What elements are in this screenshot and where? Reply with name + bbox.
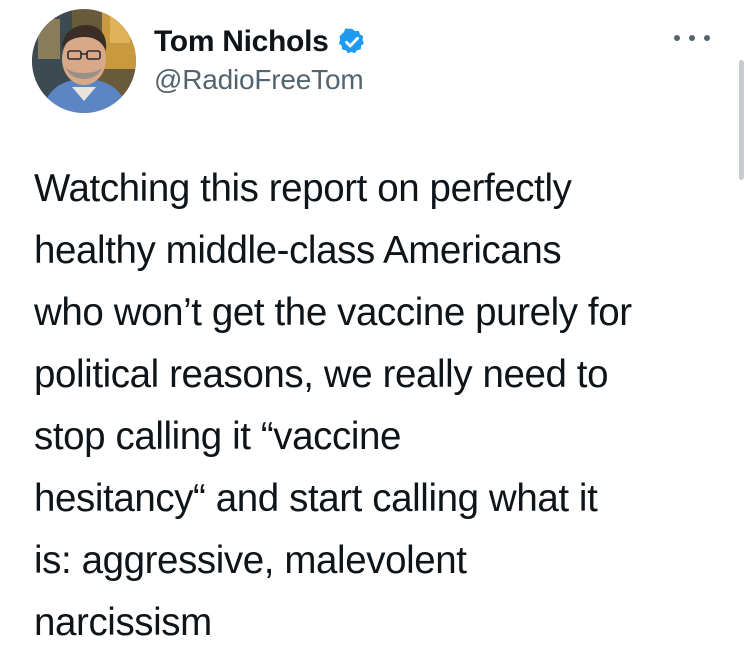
tweet-text-line: political reasons, we really need to <box>34 353 609 396</box>
name-row: Tom Nichols <box>154 22 367 62</box>
dot <box>704 35 710 41</box>
tweet-text: Watching this report on perfectly health… <box>34 158 734 654</box>
tweet-text-line: narcissism <box>34 601 212 644</box>
scrollbar[interactable] <box>739 60 744 180</box>
author-info[interactable]: Tom Nichols @RadioFreeTom <box>154 22 367 96</box>
tweet-text-line: is: aggressive, malevolent <box>34 539 467 582</box>
profile-photo-icon <box>32 9 136 113</box>
tweet-text-line: who won’t get the vaccine purely for <box>34 291 632 334</box>
tweet-text-line: healthy middle-class Americans <box>34 229 562 272</box>
dot <box>674 35 680 41</box>
verified-badge-icon <box>337 27 367 57</box>
handle[interactable]: @RadioFreeTom <box>154 64 367 96</box>
tweet-text-line: hesitancy“ and start calling what it <box>34 477 598 520</box>
dot <box>689 35 695 41</box>
avatar[interactable] <box>32 9 136 113</box>
more-options-icon[interactable] <box>674 28 710 48</box>
tweet-card: Tom Nichols @RadioFreeTom Watching this … <box>0 0 750 646</box>
tweet-text-line: stop calling it “vaccine <box>34 415 402 458</box>
tweet-text-line: Watching this report on perfectly <box>34 167 572 210</box>
display-name[interactable]: Tom Nichols <box>154 25 329 59</box>
